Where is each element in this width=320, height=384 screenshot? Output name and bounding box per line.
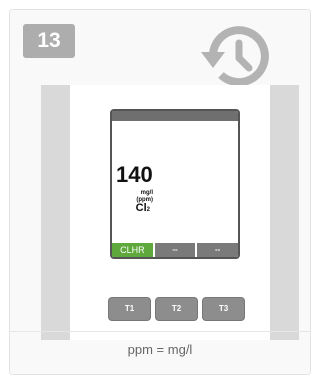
softkey-3[interactable]: -- <box>197 243 238 257</box>
device-frame-right <box>270 85 299 340</box>
softkey-clhr[interactable]: CLHR <box>112 243 153 257</box>
device-button-row: T1 T2 T3 <box>108 297 245 321</box>
t3-button[interactable]: T3 <box>202 297 245 321</box>
parameter-symbol: Cl <box>135 202 147 214</box>
step-number-badge: 13 <box>23 24 75 58</box>
softkey-bar: CLHR -- -- <box>112 243 238 257</box>
parameter-subscript: 2 <box>146 207 150 213</box>
display-status-bar <box>112 111 238 121</box>
device-frame-left <box>41 85 70 340</box>
t2-button[interactable]: T2 <box>155 297 198 321</box>
device-illustration: 140 mg/l (ppm) Cl2 CLHR -- -- T1 T2 T3 <box>41 85 299 340</box>
reading-parameter: Cl2 <box>136 203 150 216</box>
reading-value: 140 <box>116 162 153 187</box>
device-display: 140 mg/l (ppm) Cl2 CLHR -- -- <box>110 109 240 259</box>
reading-unit-mgl: mg/l <box>140 190 153 196</box>
softkey-2[interactable]: -- <box>154 243 196 257</box>
history-icon <box>201 26 269 87</box>
caption-divider <box>10 331 310 332</box>
t1-button[interactable]: T1 <box>108 297 151 321</box>
instruction-card: 13 140 mg/l (ppm) Cl2 CLHR -- -- T1 T2 T… <box>9 9 311 375</box>
caption-text: ppm = mg/l <box>127 342 193 357</box>
